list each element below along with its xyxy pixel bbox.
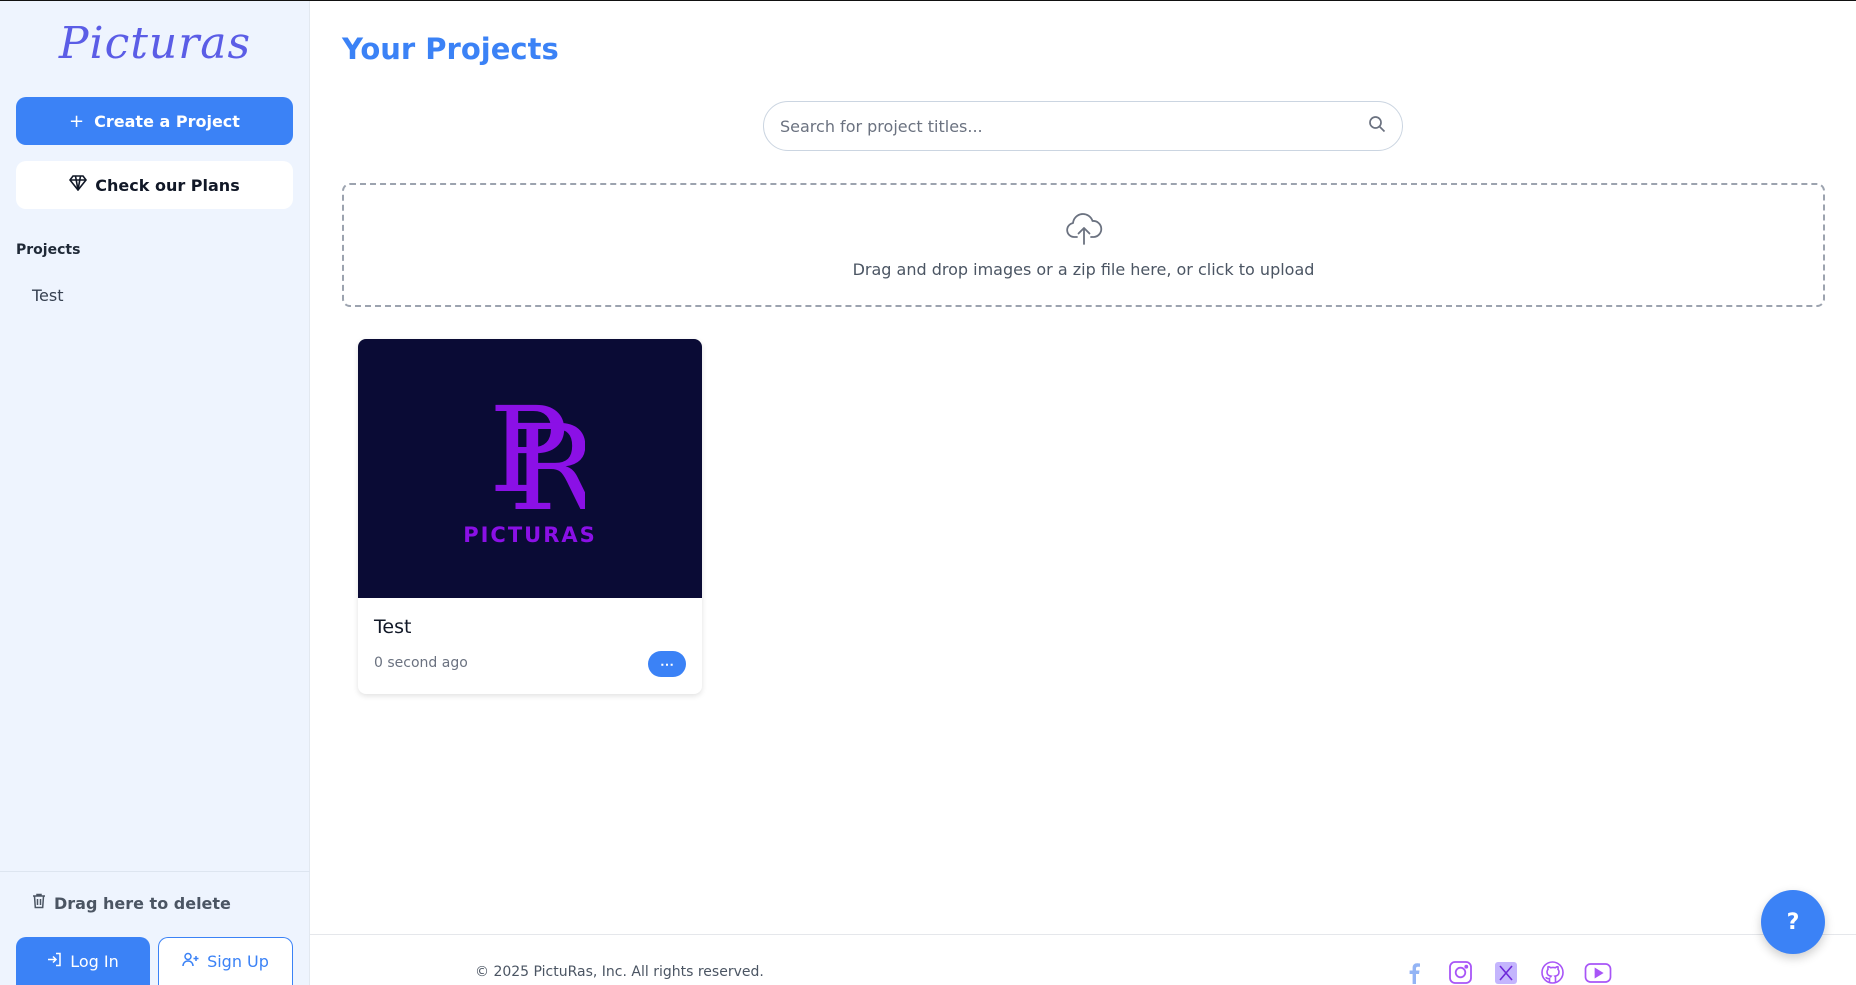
project-card-timestamp: 0 second ago [374, 655, 468, 671]
check-plans-label: Check our Plans [95, 175, 240, 195]
app-logo[interactable]: Picturas [0, 18, 310, 69]
project-thumbnail: P R PICTURAS [358, 339, 702, 598]
signup-button[interactable]: Sign Up [158, 937, 293, 985]
facebook-icon[interactable] [1400, 960, 1428, 985]
x-icon[interactable] [1492, 960, 1520, 985]
instagram-icon[interactable] [1446, 960, 1474, 985]
project-options-button[interactable]: ⋯ [648, 651, 686, 677]
search-bar [763, 101, 1403, 151]
create-project-label: Create a Project [94, 111, 240, 131]
sidebar: Picturas + Create a Project Check our Pl… [0, 0, 310, 985]
login-button[interactable]: Log In [16, 937, 150, 985]
project-card[interactable]: P R PICTURAS Test 0 second ago ⋯ [358, 339, 702, 694]
footer-copyright: © 2025 PictuRas, Inc. All rights reserve… [475, 964, 764, 980]
footer-divider [310, 934, 1856, 935]
projects-heading: Projects [16, 242, 81, 258]
project-card-title: Test [374, 616, 412, 638]
youtube-icon[interactable] [1584, 960, 1612, 985]
upload-drop-zone[interactable]: Drag and drop images or a zip file here,… [342, 183, 1825, 307]
sidebar-item-test[interactable]: Test [32, 286, 64, 305]
upload-instructions: Drag and drop images or a zip file here,… [852, 259, 1315, 279]
login-icon [47, 952, 62, 971]
login-label: Log In [70, 951, 119, 971]
social-links [1400, 960, 1612, 985]
signup-label: Sign Up [207, 952, 269, 971]
search-icon[interactable] [1368, 115, 1386, 137]
picturas-monogram-logo: P R [489, 391, 585, 511]
github-icon[interactable] [1538, 960, 1566, 985]
diamond-icon [69, 175, 88, 195]
cloud-upload-icon [1065, 212, 1103, 250]
trash-icon [32, 893, 46, 913]
plus-icon: + [69, 110, 85, 132]
user-plus-icon [182, 952, 199, 971]
create-project-button[interactable]: + Create a Project [16, 97, 293, 145]
svg-text:R: R [509, 399, 585, 511]
help-button[interactable]: ? [1761, 890, 1825, 954]
search-input[interactable] [780, 116, 1368, 136]
delete-drop-zone[interactable]: Drag here to delete [32, 893, 231, 913]
thumbnail-brand-text: PICTURAS [463, 522, 597, 547]
check-plans-button[interactable]: Check our Plans [16, 161, 293, 209]
page-title: Your Projects [342, 32, 559, 66]
window-top-border [0, 0, 1856, 1]
sidebar-divider [0, 871, 310, 872]
delete-zone-label: Drag here to delete [54, 893, 231, 913]
